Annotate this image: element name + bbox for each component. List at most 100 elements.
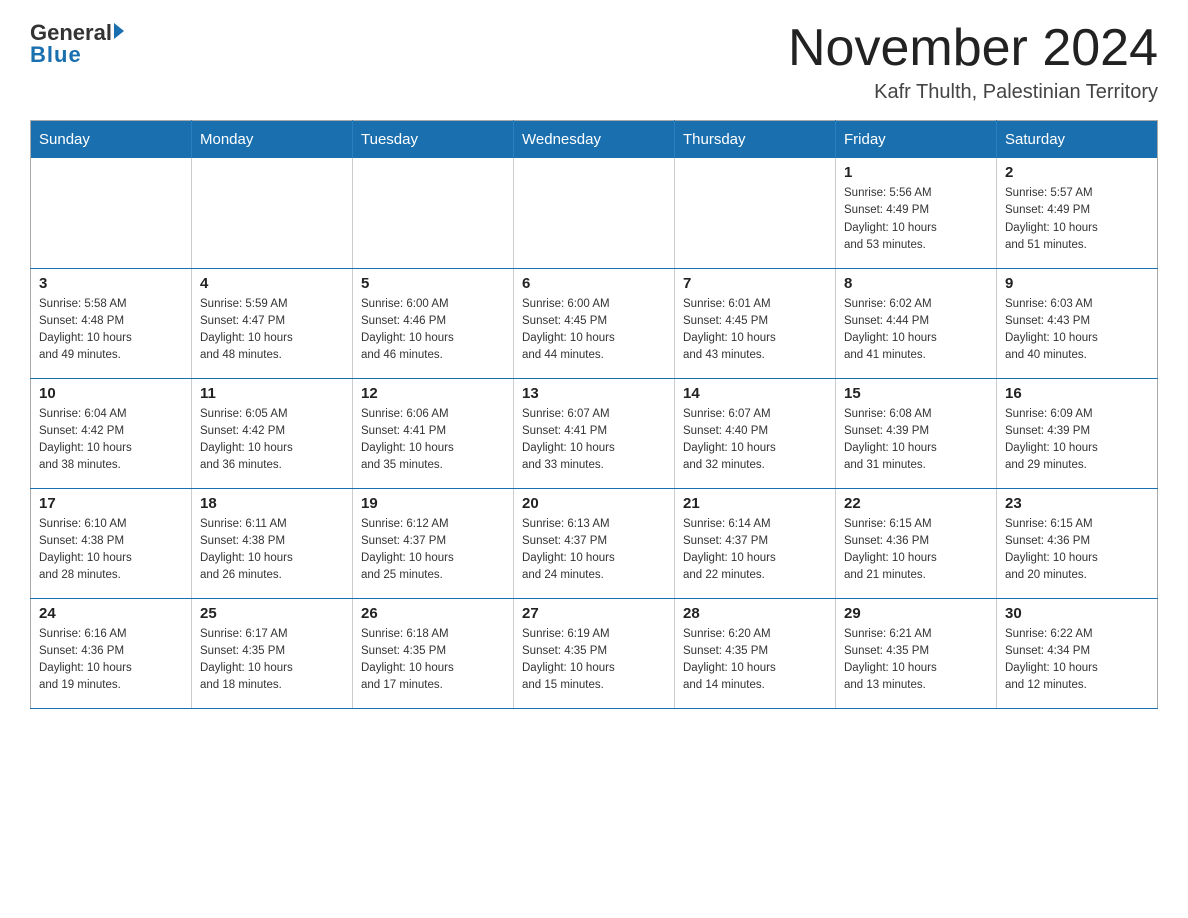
- day-number: 29: [844, 605, 988, 622]
- day-info: Sunrise: 6:21 AM Sunset: 4:35 PM Dayligh…: [844, 626, 988, 695]
- calendar-cell: 25Sunrise: 6:17 AM Sunset: 4:35 PM Dayli…: [192, 598, 353, 708]
- calendar-cell: 24 Sunrise: 6:16 AM Sunset: 4:36 PM Dayli…: [31, 598, 192, 708]
- day-info: Sunrise: 6:16 AM Sunset: 4:36 PM Dayligh…: [39, 626, 183, 695]
- logo-arrow-icon: [114, 23, 124, 39]
- header-tuesday: Tuesday: [353, 121, 514, 159]
- day-number: 12: [361, 385, 505, 402]
- calendar-cell: 23 Sunrise: 6:15 AM Sunset: 4:36 PM Dayli…: [997, 488, 1158, 598]
- calendar-week-row: 3Sunrise: 5:58 AM Sunset: 4:48 PM Daylig…: [31, 268, 1158, 378]
- title-section: November 2024 Kafr Thulth, Palestinian T…: [788, 20, 1158, 104]
- day-info: Sunrise: 6:06 AM Sunset: 4:41 PM Dayligh…: [361, 406, 505, 475]
- calendar-cell: 21Sunrise: 6:14 AM Sunset: 4:37 PM Dayli…: [675, 488, 836, 598]
- calendar-cell: [31, 158, 192, 268]
- header-thursday: Thursday: [675, 121, 836, 159]
- calendar-cell: [675, 158, 836, 268]
- day-info: Sunrise: 5:59 AM Sunset: 4:47 PM Dayligh…: [200, 296, 344, 365]
- calendar-cell: 15 Sunrise: 6:08 AM Sunset: 4:39 PM Dayli…: [836, 378, 997, 488]
- day-info: Sunrise: 6:02 AM Sunset: 4:44 PM Dayligh…: [844, 296, 988, 365]
- day-info: Sunrise: 6:12 AM Sunset: 4:37 PM Dayligh…: [361, 516, 505, 585]
- day-info: Sunrise: 6:00 AM Sunset: 4:45 PM Dayligh…: [522, 296, 666, 365]
- calendar-cell: 27 Sunrise: 6:19 AM Sunset: 4:35 PM Dayli…: [514, 598, 675, 708]
- calendar-cell: 18 Sunrise: 6:11 AM Sunset: 4:38 PM Dayli…: [192, 488, 353, 598]
- header-friday: Friday: [836, 121, 997, 159]
- day-number: 18: [200, 495, 344, 512]
- calendar-cell: 10Sunrise: 6:04 AM Sunset: 4:42 PM Dayli…: [31, 378, 192, 488]
- calendar-header-row: SundayMondayTuesdayWednesdayThursdayFrid…: [31, 121, 1158, 159]
- day-number: 2: [1005, 164, 1149, 181]
- day-number: 7: [683, 275, 827, 292]
- page-header: General Blue November 2024 Kafr Thulth, …: [30, 20, 1158, 104]
- header-monday: Monday: [192, 121, 353, 159]
- day-number: 8: [844, 275, 988, 292]
- day-number: 4: [200, 275, 344, 292]
- day-number: 23: [1005, 495, 1149, 512]
- day-number: 6: [522, 275, 666, 292]
- calendar-cell: 26 Sunrise: 6:18 AM Sunset: 4:35 PM Dayli…: [353, 598, 514, 708]
- calendar-cell: 5Sunrise: 6:00 AM Sunset: 4:46 PM Daylig…: [353, 268, 514, 378]
- day-number: 14: [683, 385, 827, 402]
- calendar-cell: 8 Sunrise: 6:02 AM Sunset: 4:44 PM Daylig…: [836, 268, 997, 378]
- day-number: 5: [361, 275, 505, 292]
- calendar-cell: 7 Sunrise: 6:01 AM Sunset: 4:45 PM Daylig…: [675, 268, 836, 378]
- calendar-cell: 17 Sunrise: 6:10 AM Sunset: 4:38 PM Dayli…: [31, 488, 192, 598]
- day-number: 20: [522, 495, 666, 512]
- day-info: Sunrise: 6:15 AM Sunset: 4:36 PM Dayligh…: [1005, 516, 1149, 585]
- calendar-cell: 22Sunrise: 6:15 AM Sunset: 4:36 PM Dayli…: [836, 488, 997, 598]
- calendar-cell: [514, 158, 675, 268]
- calendar-cell: 4 Sunrise: 5:59 AM Sunset: 4:47 PM Daylig…: [192, 268, 353, 378]
- logo-blue: Blue: [30, 42, 82, 68]
- day-info: Sunrise: 6:10 AM Sunset: 4:38 PM Dayligh…: [39, 516, 183, 585]
- calendar-cell: 29 Sunrise: 6:21 AM Sunset: 4:35 PM Dayli…: [836, 598, 997, 708]
- calendar-week-row: 24 Sunrise: 6:16 AM Sunset: 4:36 PM Dayli…: [31, 598, 1158, 708]
- calendar-week-row: 10Sunrise: 6:04 AM Sunset: 4:42 PM Dayli…: [31, 378, 1158, 488]
- day-number: 19: [361, 495, 505, 512]
- day-number: 21: [683, 495, 827, 512]
- day-info: Sunrise: 6:20 AM Sunset: 4:35 PM Dayligh…: [683, 626, 827, 695]
- calendar-cell: 13 Sunrise: 6:07 AM Sunset: 4:41 PM Dayli…: [514, 378, 675, 488]
- day-info: Sunrise: 6:01 AM Sunset: 4:45 PM Dayligh…: [683, 296, 827, 365]
- day-number: 26: [361, 605, 505, 622]
- day-info: Sunrise: 5:58 AM Sunset: 4:48 PM Dayligh…: [39, 296, 183, 365]
- calendar-cell: 1Sunrise: 5:56 AM Sunset: 4:49 PM Daylig…: [836, 158, 997, 268]
- day-number: 28: [683, 605, 827, 622]
- day-info: Sunrise: 6:18 AM Sunset: 4:35 PM Dayligh…: [361, 626, 505, 695]
- day-number: 30: [1005, 605, 1149, 622]
- day-number: 24: [39, 605, 183, 622]
- day-number: 15: [844, 385, 988, 402]
- day-info: Sunrise: 5:56 AM Sunset: 4:49 PM Dayligh…: [844, 185, 988, 254]
- day-info: Sunrise: 6:13 AM Sunset: 4:37 PM Dayligh…: [522, 516, 666, 585]
- day-number: 11: [200, 385, 344, 402]
- calendar-cell: 3Sunrise: 5:58 AM Sunset: 4:48 PM Daylig…: [31, 268, 192, 378]
- day-info: Sunrise: 6:08 AM Sunset: 4:39 PM Dayligh…: [844, 406, 988, 475]
- calendar-week-row: 1Sunrise: 5:56 AM Sunset: 4:49 PM Daylig…: [31, 158, 1158, 268]
- header-saturday: Saturday: [997, 121, 1158, 159]
- calendar-week-row: 17 Sunrise: 6:10 AM Sunset: 4:38 PM Dayli…: [31, 488, 1158, 598]
- day-number: 9: [1005, 275, 1149, 292]
- calendar-cell: [353, 158, 514, 268]
- day-info: Sunrise: 6:07 AM Sunset: 4:40 PM Dayligh…: [683, 406, 827, 475]
- calendar-cell: 20 Sunrise: 6:13 AM Sunset: 4:37 PM Dayli…: [514, 488, 675, 598]
- location-subtitle: Kafr Thulth, Palestinian Territory: [788, 81, 1158, 104]
- day-number: 10: [39, 385, 183, 402]
- day-info: Sunrise: 6:07 AM Sunset: 4:41 PM Dayligh…: [522, 406, 666, 475]
- calendar-cell: 9 Sunrise: 6:03 AM Sunset: 4:43 PM Daylig…: [997, 268, 1158, 378]
- day-number: 16: [1005, 385, 1149, 402]
- day-number: 13: [522, 385, 666, 402]
- logo: General Blue: [30, 20, 124, 68]
- day-info: Sunrise: 6:19 AM Sunset: 4:35 PM Dayligh…: [522, 626, 666, 695]
- calendar-cell: 19 Sunrise: 6:12 AM Sunset: 4:37 PM Dayli…: [353, 488, 514, 598]
- header-sunday: Sunday: [31, 121, 192, 159]
- day-info: Sunrise: 6:22 AM Sunset: 4:34 PM Dayligh…: [1005, 626, 1149, 695]
- day-info: Sunrise: 6:09 AM Sunset: 4:39 PM Dayligh…: [1005, 406, 1149, 475]
- day-number: 25: [200, 605, 344, 622]
- day-info: Sunrise: 6:03 AM Sunset: 4:43 PM Dayligh…: [1005, 296, 1149, 365]
- calendar-cell: 28 Sunrise: 6:20 AM Sunset: 4:35 PM Dayli…: [675, 598, 836, 708]
- day-info: Sunrise: 6:11 AM Sunset: 4:38 PM Dayligh…: [200, 516, 344, 585]
- day-info: Sunrise: 6:05 AM Sunset: 4:42 PM Dayligh…: [200, 406, 344, 475]
- calendar-cell: 2Sunrise: 5:57 AM Sunset: 4:49 PM Daylig…: [997, 158, 1158, 268]
- calendar-table: SundayMondayTuesdayWednesdayThursdayFrid…: [30, 120, 1158, 709]
- day-number: 17: [39, 495, 183, 512]
- month-year-title: November 2024: [788, 20, 1158, 77]
- day-number: 27: [522, 605, 666, 622]
- calendar-cell: 11 Sunrise: 6:05 AM Sunset: 4:42 PM Dayli…: [192, 378, 353, 488]
